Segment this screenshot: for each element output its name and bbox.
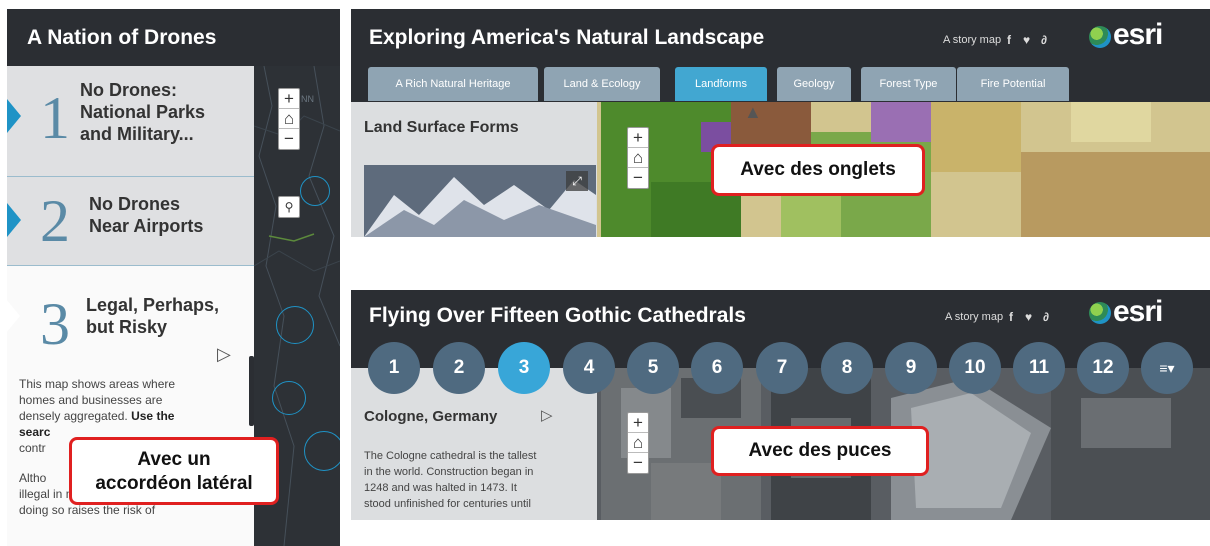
- panel-title: Land Surface Forms: [364, 119, 519, 136]
- tab-fire-potential[interactable]: Fire Potential: [957, 67, 1069, 101]
- home-button[interactable]: ⌂: [628, 433, 648, 453]
- bullet-1[interactable]: 1: [368, 342, 420, 394]
- zoom-in-button[interactable]: +: [628, 413, 648, 433]
- twitter-icon[interactable]: ♥: [1025, 310, 1032, 324]
- map-circle: [276, 306, 314, 344]
- map-zoom-controls: + ⌂ −: [627, 412, 649, 474]
- bullet-12[interactable]: 12: [1077, 342, 1129, 394]
- bullet-10[interactable]: 10: [949, 342, 1001, 394]
- map-circle: [304, 431, 340, 471]
- accordion-title: No Drones: National Parks and Military..…: [80, 80, 206, 144]
- zoom-out-button[interactable]: −: [279, 129, 299, 149]
- link-icon[interactable]: ∂: [1041, 33, 1047, 47]
- story-meta: A story map: [943, 34, 1002, 46]
- accordion-number: 2: [40, 188, 70, 254]
- panel-body-text: The Cologne cathedral is the tallest in …: [364, 450, 537, 510]
- collage-root: A Nation of Drones 1 No Drones: National…: [0, 0, 1210, 546]
- facebook-icon[interactable]: f: [1009, 310, 1013, 324]
- bullet-8[interactable]: 8: [821, 342, 873, 394]
- zoom-out-button[interactable]: −: [628, 168, 648, 188]
- bullet-4[interactable]: 4: [563, 342, 615, 394]
- story-header: Exploring America's Natural Landscape A …: [351, 9, 1210, 102]
- accordion-number: 1: [40, 85, 70, 151]
- callout-bullets: Avec des puces: [711, 426, 929, 476]
- mouse-cursor-icon: ▲: [744, 102, 762, 122]
- callout-accordion: Avec un accordéon latéral: [69, 437, 279, 505]
- accordion-item-2[interactable]: 2 No Drones Near Airports: [7, 177, 254, 265]
- accordion-title: Legal, Perhaps, but Risky: [86, 295, 220, 337]
- home-button[interactable]: ⌂: [628, 148, 648, 168]
- link-icon[interactable]: ∂: [1043, 310, 1049, 324]
- panel-title: Cologne, Germany: [364, 408, 498, 425]
- map-circle: [300, 176, 330, 206]
- tab-forest-type[interactable]: Forest Type: [861, 67, 956, 101]
- mouse-cursor-icon: ▷: [541, 407, 553, 424]
- story-title: Exploring America's Natural Landscape: [369, 26, 765, 49]
- esri-logo: esri: [1113, 295, 1163, 328]
- accordion-title: No Drones Near Airports: [89, 194, 204, 236]
- bullet-3[interactable]: 3: [498, 342, 550, 394]
- tab-rich-natural-heritage[interactable]: A Rich Natural Heritage: [368, 67, 538, 101]
- esri-logo: esri: [1113, 18, 1163, 51]
- zoom-in-button[interactable]: +: [628, 128, 648, 148]
- zoom-in-button[interactable]: +: [279, 89, 299, 109]
- side-panel: Land Surface Forms ⤢: [351, 102, 597, 237]
- callout-tabs: Avec des onglets: [711, 144, 925, 196]
- accordion-item-1[interactable]: 1 No Drones: National Parks and Military…: [7, 66, 254, 169]
- bulleted-story-map: Flying Over Fifteen Gothic Cathedrals A …: [351, 290, 1210, 520]
- esri-globe-icon: [1089, 26, 1111, 48]
- mountain-image: ⤢: [364, 165, 596, 237]
- bullet-7[interactable]: 7: [756, 342, 808, 394]
- map-zoom-controls: + ⌂ −: [627, 127, 649, 189]
- search-icon[interactable]: ⚲: [279, 197, 299, 217]
- home-button[interactable]: ⌂: [279, 109, 299, 129]
- bullet-2[interactable]: 2: [433, 342, 485, 394]
- map-zoom-controls: + ⌂ −: [278, 88, 300, 150]
- map-label: NN: [301, 94, 314, 104]
- zoom-out-button[interactable]: −: [628, 453, 648, 473]
- facebook-icon[interactable]: f: [1007, 33, 1011, 47]
- bullet-6[interactable]: 6: [691, 342, 743, 394]
- bullet-11[interactable]: 11: [1013, 342, 1065, 394]
- landforms-map[interactable]: Land Surface Forms ⤢ + ⌂ − ▲ Avec des on…: [351, 102, 1210, 237]
- esri-globe-icon: [1089, 302, 1111, 324]
- tab-landforms[interactable]: Landforms: [675, 67, 767, 101]
- bullet-9[interactable]: 9: [885, 342, 937, 394]
- arrow-icon: [7, 203, 21, 237]
- active-arrow-icon: [7, 99, 21, 133]
- tabbed-story-map: Exploring America's Natural Landscape A …: [351, 9, 1210, 237]
- bullet-5[interactable]: 5: [627, 342, 679, 394]
- story-title: Flying Over Fifteen Gothic Cathedrals: [369, 304, 746, 327]
- accordion-number: 3: [40, 291, 70, 357]
- tab-land-ecology[interactable]: Land & Ecology: [544, 67, 660, 101]
- tab-geology[interactable]: Geology: [777, 67, 851, 101]
- story-title: A Nation of Drones: [7, 9, 340, 66]
- expand-icon[interactable]: ⤢: [566, 171, 588, 191]
- twitter-icon[interactable]: ♥: [1023, 33, 1030, 47]
- mountain-graphic: [364, 165, 596, 237]
- map-circle: [272, 381, 306, 415]
- search-control: ⚲: [278, 196, 300, 218]
- list-menu-button[interactable]: ≡▾: [1141, 342, 1193, 394]
- active-arrow-icon: [7, 299, 20, 333]
- accordion-story-map: A Nation of Drones 1 No Drones: National…: [7, 9, 340, 546]
- story-meta: A story map: [945, 311, 1004, 323]
- mouse-cursor-icon: ▷: [217, 344, 231, 364]
